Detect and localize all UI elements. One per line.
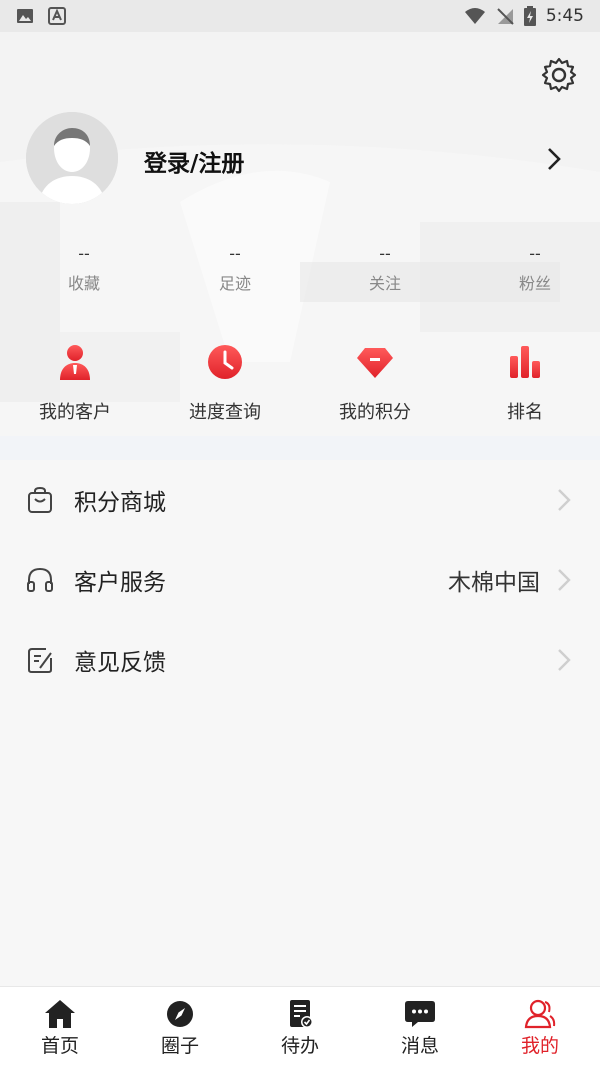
chevron-right-icon [558, 649, 571, 671]
menu-value: 木棉中国 [448, 570, 540, 596]
status-bar: 5:45 [0, 0, 600, 32]
stat-value: -- [229, 244, 241, 263]
no-signal-icon [497, 8, 514, 25]
image-icon [17, 9, 33, 23]
bottom-nav: 首页 圈子 待办 消息 我的 [0, 986, 600, 1067]
quick-label: 我的积分 [339, 402, 411, 423]
stat-following[interactable]: -- 关注 [300, 244, 450, 294]
menu-list: 积分商城 客户服务 木棉中国 意见反馈 [0, 460, 600, 700]
quick-ranking[interactable]: 排名 [450, 342, 600, 424]
quick-label: 进度查询 [189, 402, 261, 423]
section-divider [0, 436, 600, 460]
chevron-right-icon[interactable] [544, 144, 564, 174]
menu-item-customer-service[interactable]: 客户服务 木棉中国 [0, 540, 600, 620]
user-icon [524, 999, 556, 1029]
menu-label: 意见反馈 [74, 650, 166, 676]
message-icon [405, 1001, 435, 1027]
quick-progress-query[interactable]: 进度查询 [150, 342, 300, 424]
nav-todo[interactable]: 待办 [240, 987, 360, 1067]
quick-actions: 我的客户 进度查询 我的积分 排名 [0, 342, 600, 424]
diamond-icon [357, 348, 393, 378]
compass-icon [167, 1001, 193, 1027]
stat-value: -- [78, 244, 90, 263]
quick-label: 我的客户 [39, 402, 111, 423]
clock-icon [208, 345, 242, 379]
menu-label: 客户服务 [74, 570, 166, 596]
todo-icon [290, 1000, 313, 1028]
login-register-link[interactable]: 登录/注册 [144, 144, 244, 178]
stat-followers[interactable]: -- 粉丝 [450, 244, 600, 294]
stat-value: -- [379, 244, 391, 263]
nav-label: 待办 [280, 1035, 319, 1057]
nav-home[interactable]: 首页 [0, 987, 120, 1067]
nav-label: 我的 [520, 1035, 559, 1057]
menu-item-points-mall[interactable]: 积分商城 [0, 460, 600, 540]
stat-value: -- [529, 244, 541, 263]
stat-favorites[interactable]: -- 收藏 [0, 244, 150, 294]
status-time: 5:45 [545, 6, 584, 26]
bar-chart-icon [510, 346, 540, 378]
quick-label: 排名 [507, 402, 543, 423]
profile-header: 登录/注册 -- 收藏 -- 足迹 -- 关注 -- 粉丝 我的客户 进度查询 … [0, 32, 600, 436]
home-icon [45, 1000, 75, 1028]
nav-circle[interactable]: 圈子 [120, 987, 240, 1067]
battery-icon [523, 6, 536, 26]
menu-item-feedback[interactable]: 意见反馈 [0, 620, 600, 700]
customer-icon [60, 345, 90, 380]
stat-label: 关注 [368, 274, 401, 293]
nav-label: 消息 [400, 1035, 439, 1057]
headphones-icon [27, 567, 53, 592]
wifi-icon [464, 8, 485, 24]
feedback-icon [28, 648, 52, 673]
stat-label: 收藏 [67, 274, 100, 293]
nav-mine[interactable]: 我的 [480, 987, 600, 1067]
nav-messages[interactable]: 消息 [360, 987, 480, 1067]
menu-label: 积分商城 [74, 490, 166, 516]
default-avatar-icon [26, 112, 118, 204]
stat-label: 粉丝 [518, 274, 551, 293]
avatar[interactable] [26, 112, 118, 204]
stat-label: 足迹 [218, 274, 251, 293]
stats-row: -- 收藏 -- 足迹 -- 关注 -- 粉丝 [0, 244, 600, 294]
nav-label: 首页 [40, 1035, 79, 1057]
settings-gear-icon[interactable] [540, 56, 578, 94]
chevron-right-icon [558, 489, 571, 511]
nav-label: 圈子 [160, 1035, 199, 1057]
font-icon [48, 7, 66, 25]
quick-my-customers[interactable]: 我的客户 [0, 342, 150, 424]
shopping-bag-icon [28, 486, 52, 513]
chevron-right-icon [558, 569, 571, 591]
stat-footprints[interactable]: -- 足迹 [150, 244, 300, 294]
quick-my-points[interactable]: 我的积分 [300, 342, 450, 424]
